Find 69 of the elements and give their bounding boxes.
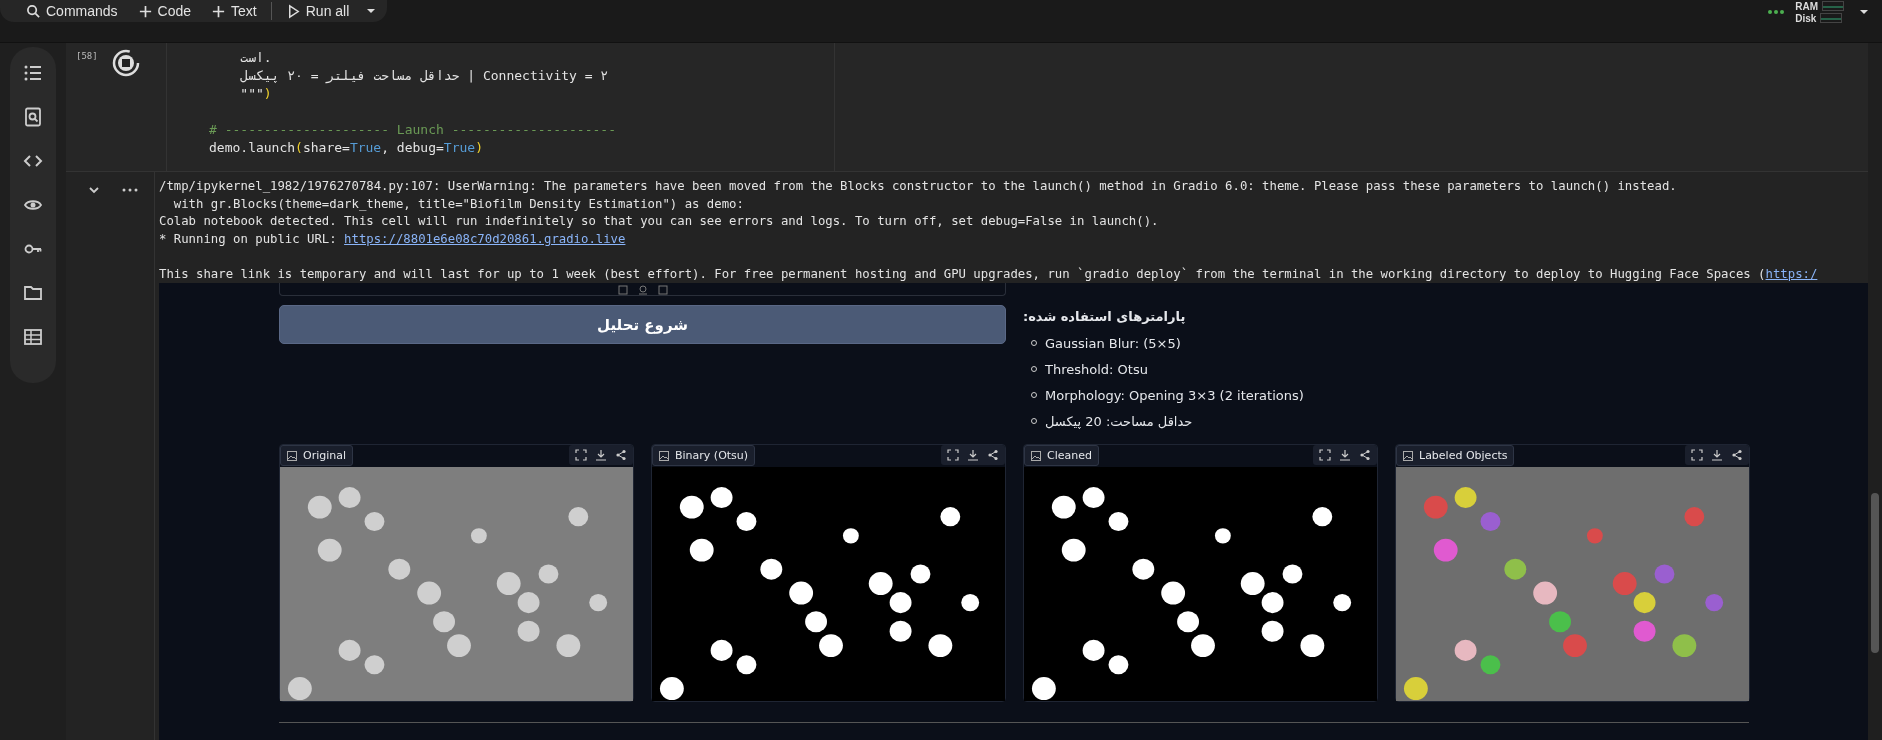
code-text: share= [302,140,350,155]
find-icon[interactable] [23,107,43,127]
add-text-button[interactable]: Text [203,0,265,22]
fullscreen-icon[interactable] [1691,449,1703,461]
output-text: /tmp/ipykernel_1982/1976270784.py:107: UserWarning: The parameters have been moved from the Blocks constructor to the launch() method in Gradio 6.0: theme. Please pass these parameters to launch() instead. [159,179,1677,193]
image-label: Labeled Objects [1396,445,1515,466]
image-label: Original [280,445,354,466]
param-item: Morphology: Opening 3×3 (2 iterations) [1045,387,1304,403]
scrollbar-thumb[interactable] [1871,493,1879,653]
more-icon[interactable] [1767,9,1786,15]
disk-meter-icon [1820,13,1843,23]
square-icon[interactable] [617,285,628,295]
fullscreen-icon[interactable] [575,449,587,461]
webcam-icon[interactable] [637,285,648,295]
share-icon[interactable] [987,449,999,461]
share-icon[interactable] [1359,449,1371,461]
stop-icon[interactable] [111,49,140,77]
output-text: with gr.Blocks(theme=dark_theme, title="Biofilm Density Estimation") as demo: [172,196,744,211]
image-icon [287,450,297,461]
list-icon[interactable] [23,63,43,83]
download-icon[interactable] [595,449,607,461]
param-item: حداقل مساحت: 20 پیکسل [1045,413,1193,429]
chevron-icon[interactable] [88,184,100,196]
download-icon[interactable] [1339,449,1351,461]
param-item: Threshold: Otsu [1045,361,1148,377]
code-text: demo.launch [209,140,296,155]
image-icon [1031,450,1041,461]
share-icon[interactable] [615,449,627,461]
params-heading: پارامترهای استفاده شده: [1023,309,1186,324]
code-text: """ [239,86,264,101]
url-link[interactable]: https:/ [1765,266,1818,281]
folder-icon[interactable] [23,283,43,303]
plus-icon [137,3,153,19]
add-code-button[interactable]: Code [129,0,200,22]
code-text: ) [475,140,483,155]
commands-button[interactable]: Commands [18,0,126,22]
code-text: ) [263,86,272,101]
code-text: است. [239,50,272,65]
ram-meter-icon [1822,1,1844,11]
code-text: True [349,140,382,155]
output-text: * Running on public URL: [159,231,338,246]
fullscreen-icon[interactable] [947,449,959,461]
output-text: Colab notebook detected. This cell will run indefinitely so that you can see errors and logs. To turn off, set debug=False in launch(). [159,214,1159,228]
image-icon [1403,450,1413,461]
download-icon[interactable] [967,449,979,461]
share-icon[interactable] [1731,449,1743,461]
square-icon[interactable] [657,285,668,295]
code-text: # --------------------- Launch --------------------- [209,122,616,137]
image-label: Binary (Otsu) [652,445,756,466]
more-icon[interactable] [122,188,138,192]
image-label: Cleaned [1024,445,1099,466]
search-icon [26,3,41,19]
plus-icon [211,3,227,19]
code-text: حداقل مساحت فیلتر = ۲۰ پیکسل | Connectivity = ۲ [239,68,609,83]
url-link[interactable]: https://8801e6e08c70d20861.gradio.live [344,231,626,246]
ram-label: RAM [1795,0,1818,12]
image-icon [659,450,669,461]
disk-label: Disk [1795,12,1817,24]
param-item: Gaussian Blur: (5×5) [1045,335,1181,351]
run-all-button[interactable]: Run all [277,0,358,22]
code-text: , debug= [381,140,444,155]
output-text: This share link is temporary and will last for up to 1 week (best effort). For free permanent hosting and GPU upgrades, run `gradio deploy` from the terminal in the working directory to deploy to Hugging Face Spaces ( [159,266,1766,281]
code-text: ( [295,140,303,155]
code-text: True [443,140,476,155]
table-icon[interactable] [23,327,43,347]
execution-count: [58] [76,51,98,61]
fullscreen-icon[interactable] [1319,449,1331,461]
analyze-button[interactable]: شروع تحلیل [279,305,1006,344]
download-icon[interactable] [1711,449,1723,461]
